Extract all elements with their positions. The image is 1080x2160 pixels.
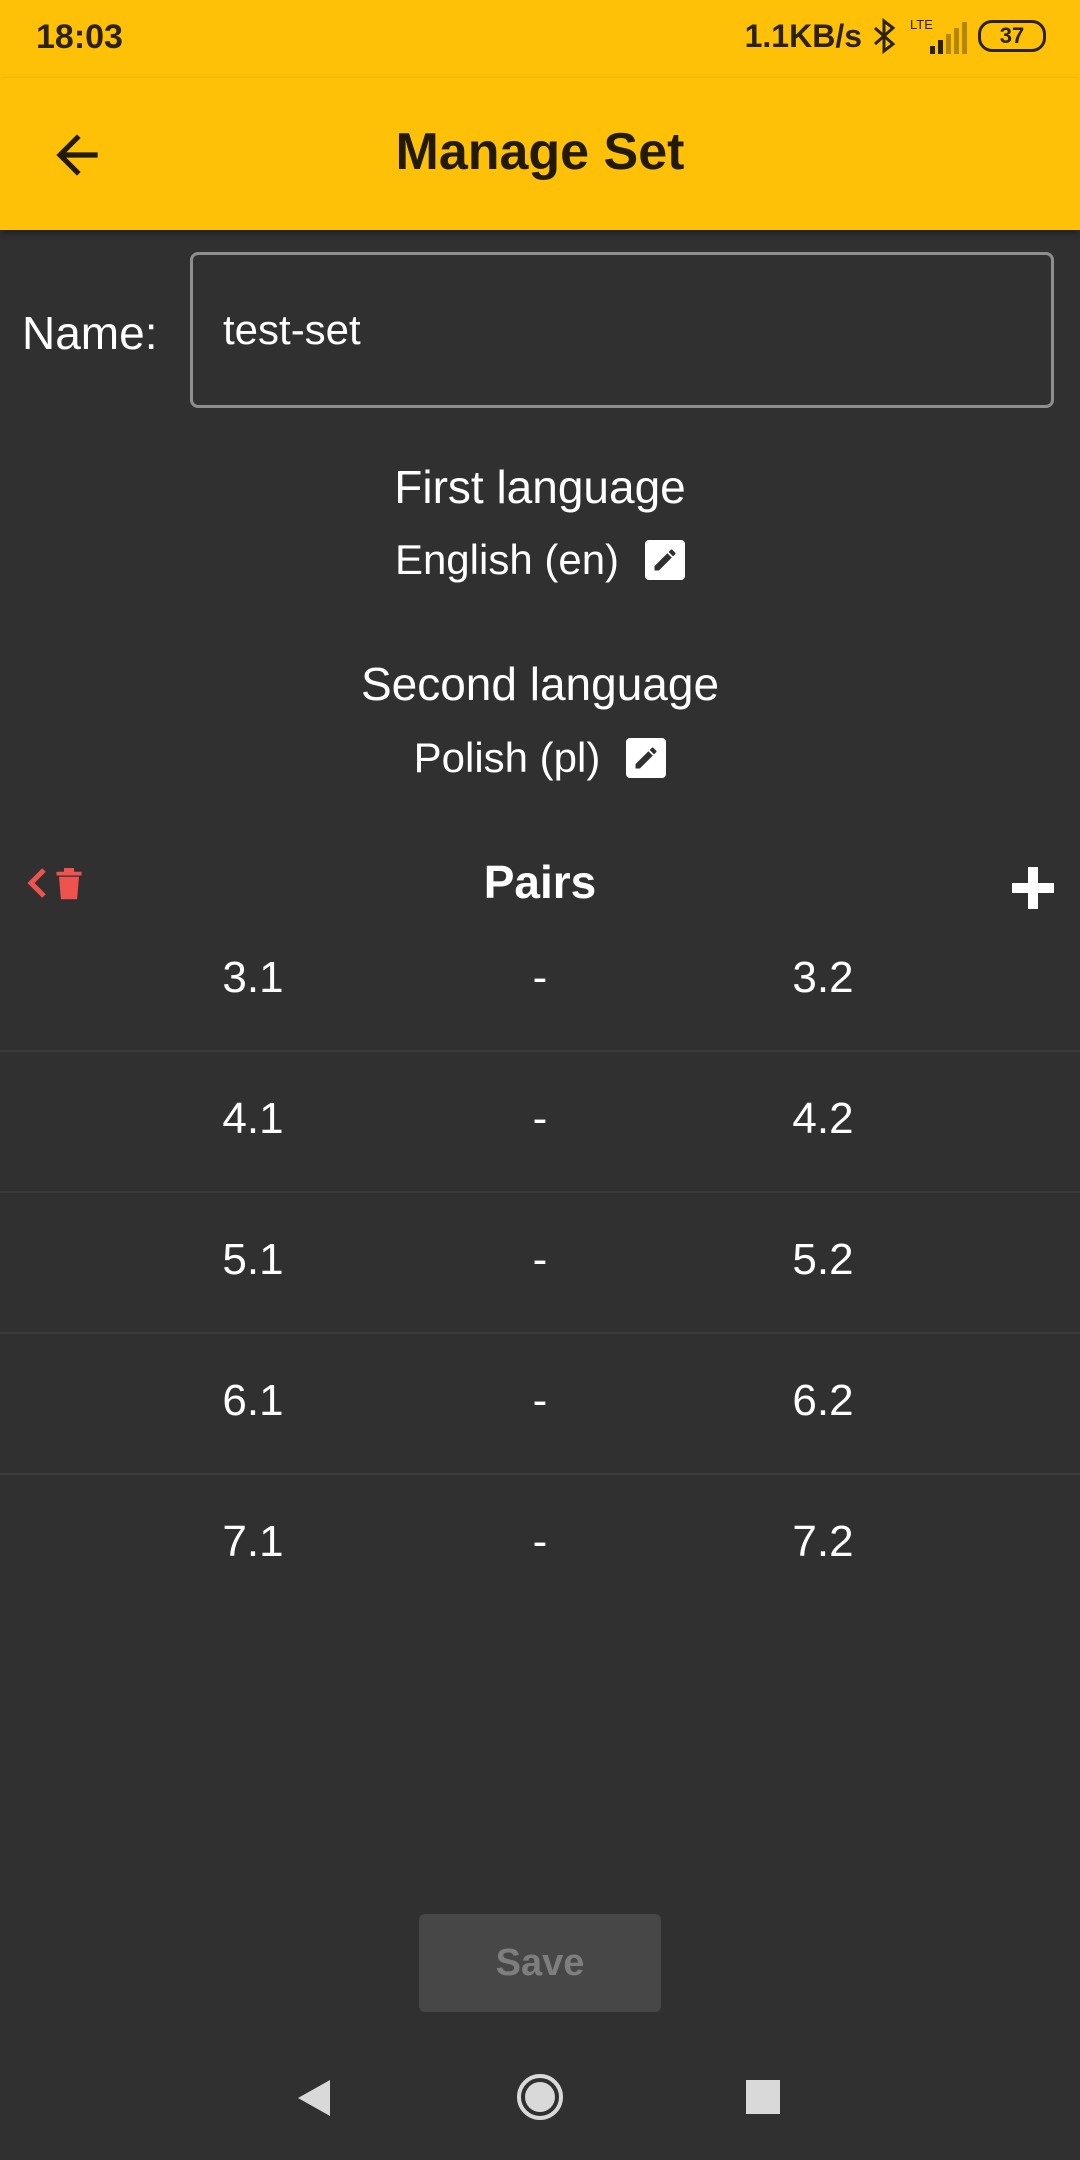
battery-icon: 37	[978, 20, 1046, 52]
pair-row[interactable]: 6.1 - 6.2	[0, 1334, 1080, 1475]
pairs-list: 3.1 - 3.2 4.1 - 4.2 5.1 - 5.2 6.1 - 6.2 …	[0, 911, 1080, 1614]
app-bar: Manage Set	[0, 78, 1080, 230]
status-bar: 18:03 1.1KB/s LTE 37	[0, 0, 1080, 78]
bluetooth-icon	[874, 18, 896, 54]
pairs-title: Pairs	[483, 856, 597, 908]
pair-row[interactable]: 3.1 - 3.2	[0, 911, 1080, 1052]
first-language-value: English (en)	[394, 536, 620, 583]
nav-recent-icon[interactable]	[746, 2080, 780, 2114]
status-right: 1.1KB/s LTE 37	[745, 16, 1046, 56]
first-language-heading: First language	[394, 461, 686, 513]
pencil-icon[interactable]	[626, 738, 667, 778]
save-button[interactable]: Save	[419, 1914, 661, 2012]
pair-second: 5.2	[792, 1235, 854, 1284]
name-row: Name:	[0, 252, 1080, 414]
second-language-value: Polish (pl)	[413, 734, 601, 781]
second-language-heading: Second language	[360, 658, 720, 710]
pair-row[interactable]: 5.1 - 5.2	[0, 1193, 1080, 1334]
nav-back-icon[interactable]	[296, 2078, 332, 2118]
second-language-row: Polish (pl)	[0, 734, 1080, 782]
name-input[interactable]	[190, 252, 1054, 408]
pair-row[interactable]: 4.1 - 4.2	[0, 1052, 1080, 1193]
status-time: 18:03	[36, 18, 123, 56]
pair-second: 7.2	[792, 1517, 854, 1566]
pair-second: 3.2	[792, 953, 854, 1002]
battery-level: 37	[999, 23, 1025, 48]
pair-second: 6.2	[792, 1376, 854, 1425]
pair-row[interactable]: 7.1 - 7.2	[0, 1475, 1080, 1614]
pencil-icon[interactable]	[645, 540, 686, 580]
name-label: Name:	[22, 307, 158, 359]
first-language-row: English (en)	[0, 536, 1080, 584]
signal-icon: LTE	[910, 17, 967, 54]
system-nav-bar	[0, 2040, 1080, 2160]
pair-second: 4.2	[792, 1094, 854, 1143]
network-type: LTE	[910, 17, 933, 32]
network-speed: 1.1KB/s	[744, 17, 862, 54]
nav-home-icon[interactable]	[515, 2072, 565, 2122]
page-title: Manage Set	[395, 123, 685, 181]
plus-icon[interactable]	[1008, 863, 1058, 913]
